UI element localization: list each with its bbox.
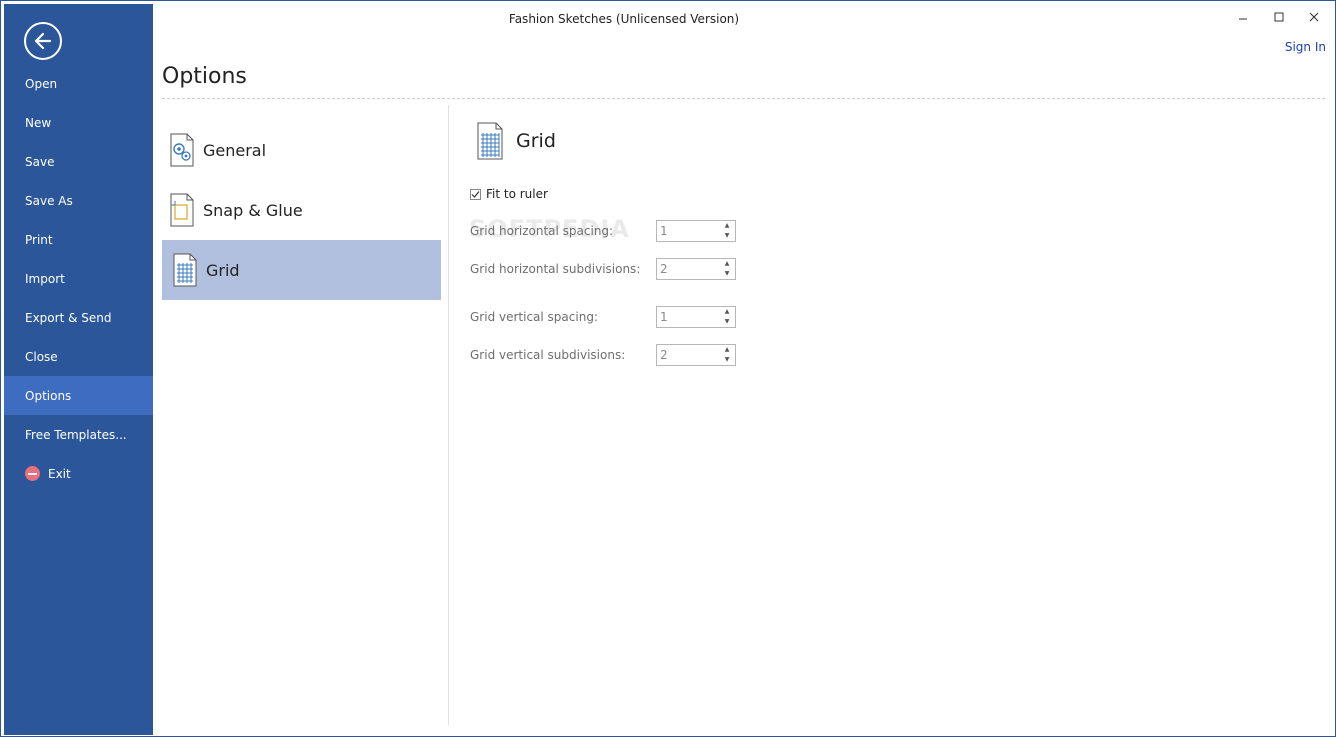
grid-icon [172, 253, 198, 287]
category-grid[interactable]: Grid [162, 240, 441, 300]
sidebar-item-export-send[interactable]: Export & Send [4, 298, 153, 337]
sidebar-item-label: Close [25, 349, 58, 364]
window-title-text: Fashion Sketches (Unlicensed Version) [508, 12, 740, 26]
checkbox-box[interactable] [470, 188, 481, 200]
grid-large-icon [477, 122, 503, 160]
h-spacing-spinner: ▲ ▼ [656, 220, 736, 242]
v-spacing-row: Grid vertical spacing: ▲ ▼ [470, 306, 736, 328]
sidebar-item-import[interactable]: Import [4, 259, 153, 298]
sidebar-item-options[interactable]: Options [4, 376, 153, 415]
category-label: General [203, 140, 267, 160]
panel-divider [448, 105, 449, 725]
h-subdivisions-row: Grid horizontal subdivisions: ▲ ▼ [470, 258, 736, 280]
spin-up-icon[interactable]: ▲ [719, 307, 735, 317]
sidebar-item-free-templates[interactable]: Free Templates... [4, 415, 153, 454]
maximize-button[interactable] [1262, 6, 1296, 28]
h-subdivisions-spinner: ▲ ▼ [656, 258, 736, 280]
sidebar-item-close[interactable]: Close [4, 337, 153, 376]
sidebar-item-label: Export & Send [25, 310, 112, 325]
window-title: Fashion Sketches (Unlicensed Version) [1, 12, 1247, 26]
spin-buttons: ▲ ▼ [719, 345, 735, 365]
spin-up-icon[interactable]: ▲ [719, 221, 735, 231]
sidebar-item-open[interactable]: Open [4, 64, 153, 103]
arrow-left-icon [34, 32, 52, 50]
page-title: Options [162, 64, 247, 89]
field-label: Grid horizontal subdivisions: [470, 262, 641, 276]
sidebar-item-save[interactable]: Save [4, 142, 153, 181]
app-window: Open New Save Save As Print Import Expor… [0, 0, 1336, 737]
options-categories: General Snap & Glue Grid [162, 120, 441, 300]
v-spacing-spinner: ▲ ▼ [656, 306, 736, 328]
checkbox-label: Fit to ruler [486, 187, 548, 201]
sidebar-item-label: Import [25, 271, 65, 286]
sidebar-item-label: Open [25, 76, 58, 91]
category-label: Snap & Glue [203, 200, 303, 220]
category-general[interactable]: General [162, 120, 441, 180]
general-settings-icon [169, 133, 195, 167]
spin-down-icon[interactable]: ▼ [719, 231, 735, 241]
spin-buttons: ▲ ▼ [719, 307, 735, 327]
sidebar-item-print[interactable]: Print [4, 220, 153, 259]
snap-glue-icon [169, 193, 195, 227]
minimize-button[interactable] [1226, 6, 1260, 28]
sidebar-item-label: Save As [25, 193, 73, 208]
sign-in-link[interactable]: Sign In [1285, 40, 1326, 54]
sidebar-item-label: Exit [48, 466, 71, 481]
back-button[interactable] [24, 22, 62, 60]
sidebar-item-save-as[interactable]: Save As [4, 181, 153, 220]
sidebar-nav: Open New Save Save As Print Import Expor… [4, 64, 153, 493]
fit-to-ruler-checkbox[interactable]: Fit to ruler [470, 187, 548, 201]
sidebar-item-label: Save [25, 154, 55, 169]
spin-up-icon[interactable]: ▲ [719, 345, 735, 355]
category-label: Grid [206, 260, 240, 280]
h-spacing-row: Grid horizontal spacing: ▲ ▼ [470, 220, 736, 242]
spin-up-icon[interactable]: ▲ [719, 259, 735, 269]
sidebar-item-label: Options [25, 388, 72, 403]
grid-section-header: Grid [476, 122, 556, 160]
exit-icon [25, 466, 40, 481]
spin-down-icon[interactable]: ▼ [719, 355, 735, 365]
field-label: Grid vertical spacing: [470, 310, 598, 324]
field-label: Grid horizontal spacing: [470, 224, 614, 238]
maximize-icon [1274, 12, 1284, 22]
sidebar-item-label: Print [25, 232, 53, 247]
category-snap-glue[interactable]: Snap & Glue [162, 180, 441, 240]
minimize-icon [1239, 18, 1247, 20]
v-subdivisions-row: Grid vertical subdivisions: ▲ ▼ [470, 344, 736, 366]
sidebar-item-label: Free Templates... [25, 427, 127, 442]
sidebar-item-label: New [25, 115, 52, 130]
spin-buttons: ▲ ▼ [719, 259, 735, 279]
backstage-sidebar: Open New Save Save As Print Import Expor… [4, 4, 153, 735]
close-button[interactable] [1297, 6, 1331, 28]
sidebar-item-exit[interactable]: Exit [4, 454, 153, 493]
v-subdivisions-input[interactable] [657, 345, 719, 365]
v-subdivisions-spinner: ▲ ▼ [656, 344, 736, 366]
spin-down-icon[interactable]: ▼ [719, 269, 735, 279]
h-spacing-input[interactable] [657, 221, 719, 241]
spin-down-icon[interactable]: ▼ [719, 317, 735, 327]
close-icon [1309, 12, 1319, 22]
header-divider [162, 98, 1325, 99]
sidebar-item-new[interactable]: New [4, 103, 153, 142]
h-subdivisions-input[interactable] [657, 259, 719, 279]
checkmark-icon [471, 190, 480, 198]
section-title: Grid [516, 130, 556, 152]
v-spacing-input[interactable] [657, 307, 719, 327]
field-label: Grid vertical subdivisions: [470, 348, 626, 362]
spin-buttons: ▲ ▼ [719, 221, 735, 241]
